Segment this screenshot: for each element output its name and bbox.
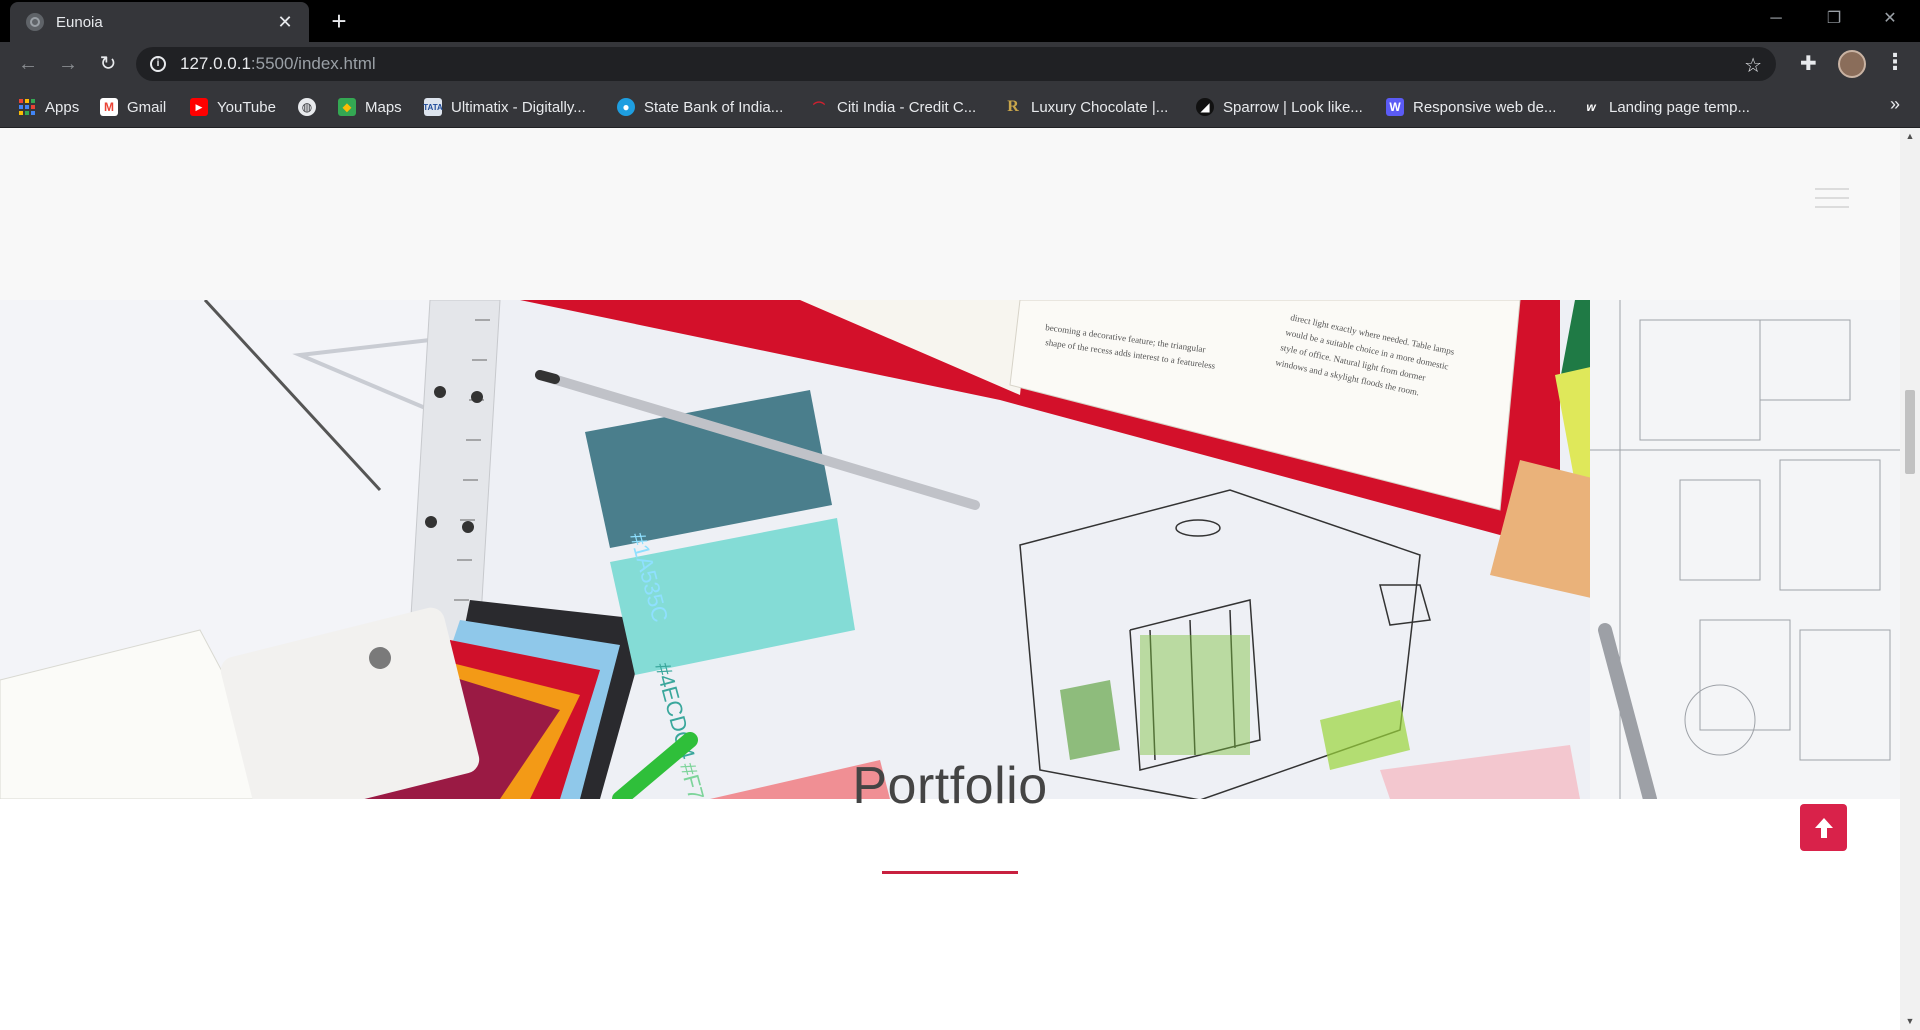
bookmark-label: Maps [365,98,402,116]
tab-favicon-icon [26,13,44,31]
sparrow-icon: ◢ [1196,98,1214,116]
bookmark-label: State Bank of India... [644,98,784,116]
forward-button[interactable]: → [54,50,82,78]
hero-image: #1A535C #4ECDC4 #F7F becoming a decorati… [0,300,1900,799]
bookmark-label: Citi India - Credit C... [837,98,977,116]
apps-grid-icon [18,98,36,116]
globe-icon: ◍ [298,98,316,116]
bookmark-citi[interactable]: ⌒ Citi India - Credit C... [810,86,976,128]
bookmark-globe[interactable]: ◍ [298,86,325,128]
bookmark-landing-page[interactable]: w Landing page temp... [1582,86,1750,128]
browser-tab[interactable]: Eunoia ✕ [10,2,309,42]
bookmark-luxury-chocolate[interactable]: R Luxury Chocolate |... [1004,86,1168,128]
bookmark-label: Ultimatix - Digitally... [451,98,586,116]
reload-button[interactable]: ↻ [94,50,122,78]
browser-toolbar: ← → ↻ i 127.0.0.1:5500/index.html ☆ [0,42,1920,86]
chocolate-icon: R [1007,98,1019,115]
bookmark-label: Luxury Chocolate |... [1031,98,1169,116]
w-icon: W [1386,98,1404,116]
gmail-icon: M [100,98,118,116]
url-host: 127.0.0.1 [180,54,251,73]
bookmarks-bar: Apps M Gmail ▶ YouTube ◍ ⬥ Maps TATA Ult… [0,86,1920,128]
back-button[interactable]: ← [14,50,42,78]
bookmark-label: YouTube [217,98,276,116]
address-bar[interactable]: i 127.0.0.1:5500/index.html ☆ [136,47,1776,81]
site-info-icon[interactable]: i [150,56,166,72]
scrollbar-thumb[interactable] [1905,390,1915,474]
browser-tab-bar: Eunoia ✕ + ─ ❐ ✕ [0,0,1920,42]
bookmark-star-icon[interactable]: ☆ [1744,53,1762,78]
site-header [0,128,1900,300]
bookmark-sparrow[interactable]: ◢ Sparrow | Look like... [1196,86,1363,128]
restore-window-button[interactable]: ❐ [1814,4,1854,34]
bookmark-youtube[interactable]: ▶ YouTube [190,86,276,128]
bookmark-apps[interactable]: Apps [18,86,79,128]
title-underline [882,871,1018,874]
close-window-button[interactable]: ✕ [1870,4,1910,34]
section-title: Portfolio [852,757,1048,815]
maps-icon: ⬥ [338,98,356,116]
bookmark-sbi[interactable]: ● State Bank of India... [617,86,783,128]
bookmarks-overflow-icon[interactable]: » [1890,94,1900,115]
bookmark-label: Sparrow | Look like... [1223,98,1363,116]
bookmark-gmail[interactable]: M Gmail [100,86,166,128]
bookmark-label: Landing page temp... [1609,98,1750,116]
youtube-icon: ▶ [190,98,208,116]
bookmark-label: Responsive web de... [1413,98,1557,116]
hero-illustration: #1A535C #4ECDC4 #F7F becoming a decorati… [0,300,1900,799]
tab-close-icon[interactable]: ✕ [275,12,295,33]
profile-avatar[interactable] [1838,50,1866,78]
scroll-up-arrow-icon[interactable]: ▲ [1905,131,1915,141]
page-viewport: #1A535C #4ECDC4 #F7F becoming a decorati… [0,128,1920,1030]
scroll-to-top-button[interactable] [1800,804,1847,851]
url-path: :5500/index.html [250,54,376,73]
extensions-icon[interactable]: ✚ [1800,51,1817,76]
ultimatix-icon: TATA [423,98,443,116]
citi-icon: ⌒ [812,100,825,115]
sbi-icon: ● [617,98,635,116]
bookmark-ultimatix[interactable]: TATA Ultimatix - Digitally... [423,86,586,128]
hamburger-menu-icon[interactable] [1815,188,1849,214]
bookmark-label: Apps [45,98,80,116]
scroll-down-arrow-icon[interactable]: ▼ [1905,1016,1915,1026]
url-text[interactable]: 127.0.0.1:5500/index.html [180,54,376,74]
new-tab-button[interactable]: + [324,6,354,36]
tab-title: Eunoia [56,13,103,31]
arrow-up-icon [1814,817,1833,838]
bookmark-label: Gmail [127,98,167,116]
minimize-window-button[interactable]: ─ [1756,4,1796,34]
page-scrollbar[interactable]: ▲ ▼ [1900,128,1920,1030]
browser-menu-icon[interactable]: ⋮ [1884,49,1906,75]
w-black-icon: w [1586,100,1596,114]
bookmark-maps[interactable]: ⬥ Maps [338,86,402,128]
bookmark-responsive-web[interactable]: W Responsive web de... [1386,86,1556,128]
